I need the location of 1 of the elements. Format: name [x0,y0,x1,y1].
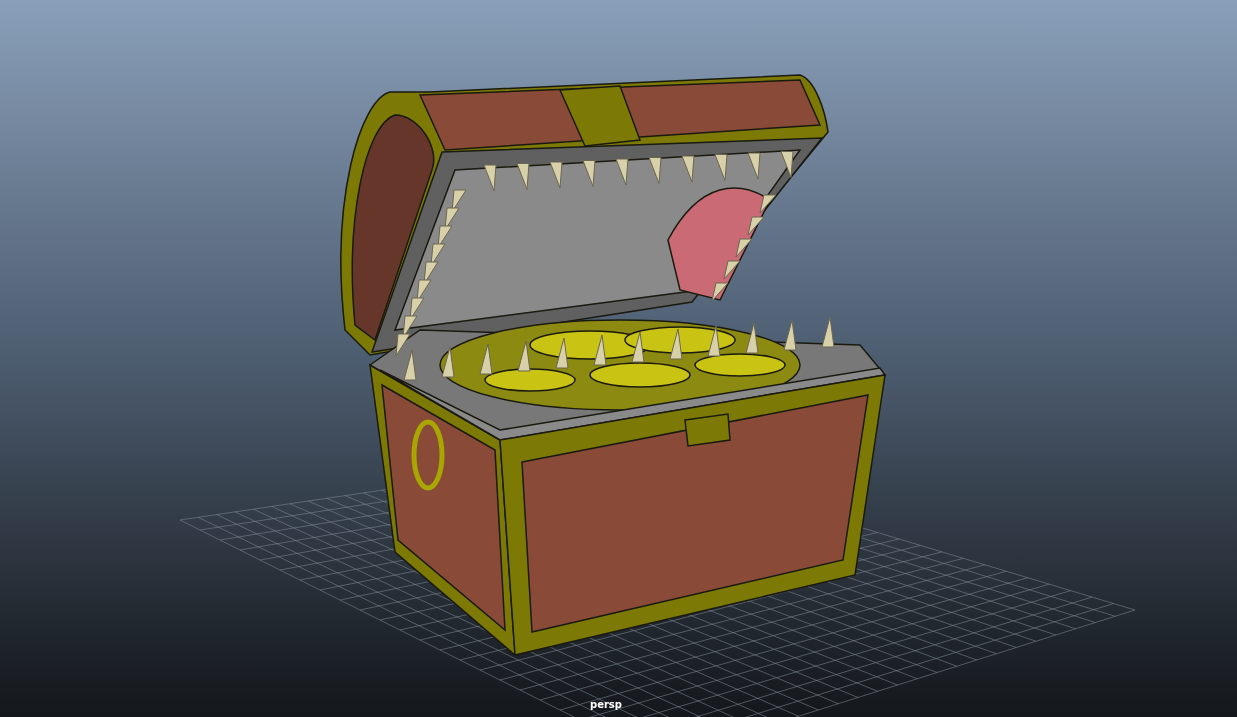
camera-label: persp [590,700,622,710]
